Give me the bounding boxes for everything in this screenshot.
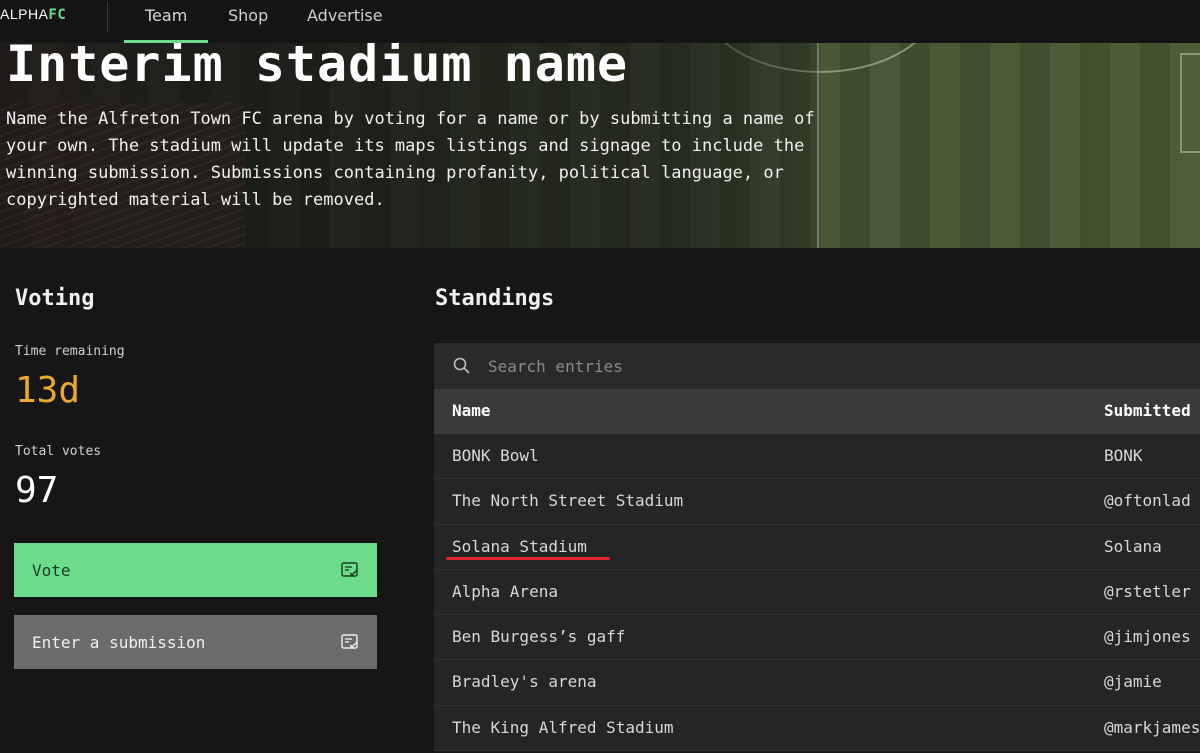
entry-name: Alpha Arena <box>452 581 558 601</box>
entry-name: Solana Stadium <box>452 536 587 556</box>
table-row[interactable]: The King Alfred Stadium @markjames <box>434 705 1200 752</box>
nav-item-team[interactable]: Team <box>145 6 187 25</box>
entry-submitted-by: Solana <box>1104 536 1162 556</box>
logo[interactable]: ALPHA FC <box>0 6 66 26</box>
search-input[interactable] <box>480 351 1180 381</box>
nav-item-advertise[interactable]: Advertise <box>307 6 383 25</box>
entry-submitted-by: @markjames <box>1104 717 1200 737</box>
standings-table-body: BONK Bowl BONK The North Street Stadium … <box>434 434 1200 752</box>
highlight-annotation <box>446 557 610 560</box>
table-row[interactable]: BONK Bowl BONK <box>434 434 1200 480</box>
time-remaining-value: 13d <box>15 370 81 411</box>
hero-banner: Interim stadium name Name the Alfreton T… <box>0 43 1200 248</box>
entry-name: Ben Burgess’s gaff <box>452 627 626 647</box>
table-row[interactable]: Ben Burgess’s gaff @jimjones <box>434 615 1200 661</box>
table-header: Name Submitted by <box>434 389 1200 434</box>
page-title: Interim stadium name <box>6 43 629 93</box>
enter-submission-button[interactable]: Enter a submission <box>14 615 377 669</box>
entry-submitted-by: @jamie <box>1104 672 1162 692</box>
table-row[interactable]: The North Street Stadium @oftonlad <box>434 479 1200 525</box>
logo-primary: ALPHA <box>0 6 49 22</box>
standings-heading: Standings <box>435 286 555 311</box>
entry-submitted-by: @jimjones <box>1104 627 1191 647</box>
entry-name: The King Alfred Stadium <box>452 717 674 737</box>
page-description: Name the Alfreton Town FC arena by votin… <box>6 109 815 210</box>
ballot-check-icon <box>341 634 359 650</box>
table-row[interactable]: Alpha Arena @rstetler <box>434 569 1200 616</box>
column-header-submitted-by[interactable]: Submitted by <box>1104 401 1200 420</box>
column-header-name[interactable]: Name <box>452 401 491 420</box>
time-remaining-label: Time remaining <box>15 344 125 359</box>
top-nav: ALPHA FC Team Shop Advertise <box>0 0 1200 43</box>
entry-submitted-by: @rstetler <box>1104 581 1191 601</box>
search-icon <box>452 356 472 376</box>
entry-submitted-by: @oftonlad <box>1104 491 1191 511</box>
entry-name: The North Street Stadium <box>452 491 684 511</box>
voting-heading: Voting <box>15 286 95 311</box>
logo-accent: FC <box>48 7 67 23</box>
ballot-check-icon <box>341 562 359 578</box>
entry-submitted-by: BONK <box>1104 446 1143 465</box>
table-row[interactable]: Solana Stadium Solana <box>434 524 1200 570</box>
total-votes-value: 97 <box>15 470 59 511</box>
nav-divider <box>107 2 108 32</box>
vote-button-label: Vote <box>32 560 71 580</box>
nav-item-shop[interactable]: Shop <box>228 6 268 25</box>
table-row[interactable]: Bradley's arena @jamie <box>434 660 1200 706</box>
entry-name: BONK Bowl <box>452 446 539 465</box>
total-votes-label: Total votes <box>15 444 102 459</box>
vote-button[interactable]: Vote <box>14 543 377 597</box>
pitch-box <box>1180 53 1200 153</box>
entry-name: Bradley's arena <box>452 672 597 692</box>
enter-submission-label: Enter a submission <box>32 632 206 652</box>
